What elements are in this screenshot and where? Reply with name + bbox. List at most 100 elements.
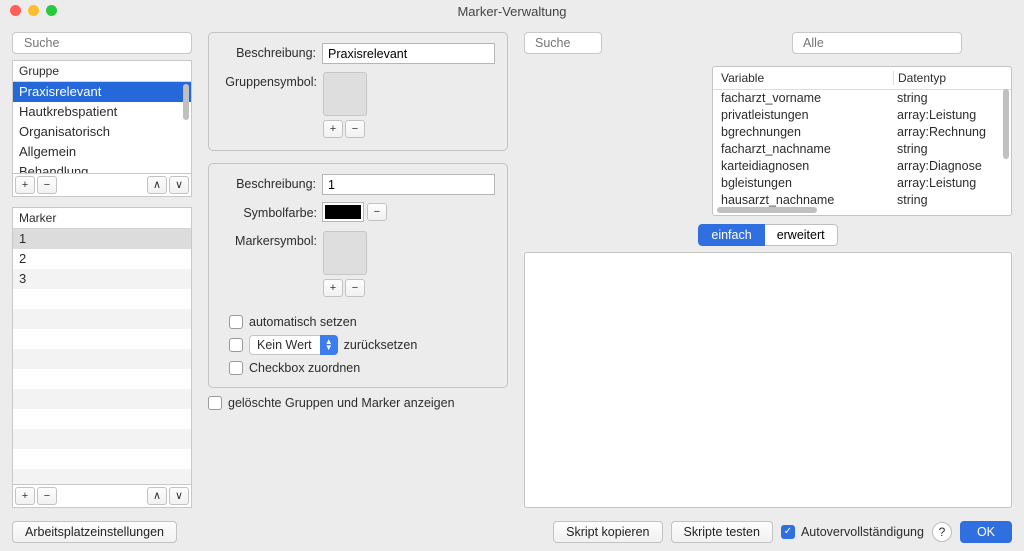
- popup-arrows-icon: ▲▼: [320, 335, 338, 355]
- marker-empty-row: [13, 349, 191, 369]
- marker-empty-row: [13, 469, 191, 485]
- reset-checkbox[interactable]: [229, 338, 243, 352]
- variable-row[interactable]: karteidiagnosenarray:Diagnose: [713, 158, 1011, 175]
- gruppe-item[interactable]: Behandlung: [13, 162, 191, 174]
- show-deleted-checkbox[interactable]: [208, 396, 222, 410]
- marker-up-button[interactable]: ∧: [147, 487, 167, 505]
- gruppensymbol-remove-button[interactable]: −: [345, 120, 365, 138]
- marker-empty-row: [13, 369, 191, 389]
- variable-row[interactable]: facharzt_vornamestring: [713, 90, 1011, 107]
- tab-einfach[interactable]: einfach: [698, 224, 764, 246]
- marker-item[interactable]: 1: [13, 229, 191, 249]
- gruppe-item[interactable]: Allgemein: [13, 142, 191, 162]
- auto-set-checkbox[interactable]: [229, 315, 243, 329]
- gruppe-beschreibung-field[interactable]: [322, 43, 495, 64]
- gruppensymbol-label: Gruppensymbol:: [221, 72, 317, 89]
- markersymbol-well[interactable]: [323, 231, 367, 275]
- gruppensymbol-well[interactable]: [323, 72, 367, 116]
- variable-filter[interactable]: [792, 32, 962, 54]
- search-icon: [19, 37, 20, 49]
- checkbox-assign-checkbox[interactable]: [229, 361, 243, 375]
- marker-header: Marker: [12, 207, 192, 229]
- gruppe-down-button[interactable]: ∨: [169, 176, 189, 194]
- marker-item[interactable]: 2: [13, 249, 191, 269]
- gruppe-item[interactable]: Praxisrelevant: [13, 82, 191, 102]
- script-search[interactable]: [524, 32, 602, 54]
- marker-empty-row: [13, 329, 191, 349]
- variable-filter-input[interactable]: [803, 36, 962, 50]
- gruppe-header-label: Gruppe: [19, 64, 59, 78]
- workplace-settings-button[interactable]: Arbeitsplatzeinstellungen: [12, 521, 177, 543]
- variable-type: array:Diagnose: [893, 158, 1011, 175]
- variable-type: array:Leistung: [893, 107, 1011, 124]
- gruppe-item[interactable]: Organisatorisch: [13, 122, 191, 142]
- gruppe-list[interactable]: PraxisrelevantHautkrebspatientOrganisato…: [12, 82, 192, 174]
- gruppe-beschreibung-label: Beschreibung:: [221, 43, 316, 60]
- marker-down-button[interactable]: ∨: [169, 487, 189, 505]
- zoom-window-button[interactable]: [46, 5, 57, 16]
- copy-script-button[interactable]: Skript kopieren: [553, 521, 662, 543]
- variable-type: string: [893, 192, 1011, 209]
- minimize-window-button[interactable]: [28, 5, 39, 16]
- bottom-bar: Arbeitsplatzeinstellungen Skript kopiere…: [0, 515, 1024, 551]
- variable-name: bgrechnungen: [713, 124, 893, 141]
- gruppe-header: Gruppe: [12, 60, 192, 82]
- test-scripts-button[interactable]: Skripte testen: [671, 521, 773, 543]
- variables-hscrollbar[interactable]: [717, 207, 817, 213]
- gruppe-add-button[interactable]: +: [15, 176, 35, 194]
- datentyp-col-header[interactable]: Datentyp: [893, 71, 1011, 85]
- markersymbol-add-button[interactable]: +: [323, 279, 343, 297]
- marker-beschreibung-field[interactable]: [322, 174, 495, 195]
- gruppe-remove-button[interactable]: −: [37, 176, 57, 194]
- titlebar: Marker-Verwaltung: [0, 0, 1024, 22]
- gruppe-buttonbar: + − ∧ ∨: [12, 174, 192, 197]
- variable-name: karteidiagnosen: [713, 158, 893, 175]
- marker-empty-row: [13, 449, 191, 469]
- variable-row[interactable]: bgleistungenarray:Leistung: [713, 175, 1011, 192]
- variable-row[interactable]: bgrechnungenarray:Rechnung: [713, 124, 1011, 141]
- gruppe-scrollbar[interactable]: [183, 84, 189, 120]
- window-title: Marker-Verwaltung: [457, 4, 566, 19]
- variable-col-header[interactable]: Variable: [713, 71, 893, 85]
- script-editor[interactable]: [524, 252, 1012, 508]
- gruppe-search[interactable]: [12, 32, 192, 54]
- variable-row[interactable]: privatleistungenarray:Leistung: [713, 107, 1011, 124]
- marker-detail-panel: Beschreibung: Symbolfarbe: − Markersymbo…: [208, 163, 508, 388]
- symbolfarbe-label: Symbolfarbe:: [221, 203, 317, 220]
- gruppensymbol-add-button[interactable]: +: [323, 120, 343, 138]
- variable-type: string: [893, 141, 1011, 158]
- marker-remove-button[interactable]: −: [37, 487, 57, 505]
- autocomplete-checkbox[interactable]: [781, 525, 795, 539]
- variable-name: facharzt_vorname: [713, 90, 893, 107]
- marker-empty-row: [13, 389, 191, 409]
- variables-list[interactable]: facharzt_vornamestringprivatleistungenar…: [713, 90, 1011, 215]
- marker-empty-row: [13, 409, 191, 429]
- gruppe-item[interactable]: Hautkrebspatient: [13, 102, 191, 122]
- marker-item[interactable]: 3: [13, 269, 191, 289]
- window-controls: [10, 5, 57, 16]
- variable-row[interactable]: facharzt_nachnamestring: [713, 141, 1011, 158]
- marker-list[interactable]: 123: [12, 229, 192, 485]
- variable-type: array:Rechnung: [893, 124, 1011, 141]
- gruppe-search-input[interactable]: [24, 36, 185, 50]
- symbolfarbe-well[interactable]: [323, 203, 363, 221]
- gruppe-up-button[interactable]: ∧: [147, 176, 167, 194]
- help-button[interactable]: ?: [932, 522, 952, 542]
- close-window-button[interactable]: [10, 5, 21, 16]
- script-search-input[interactable]: [535, 36, 602, 50]
- ok-button[interactable]: OK: [960, 521, 1012, 543]
- tab-erweitert[interactable]: erweitert: [765, 224, 838, 246]
- reset-label: zurücksetzen: [344, 338, 418, 352]
- marker-buttonbar: + − ∧ ∨: [12, 485, 192, 508]
- mode-segmented: einfach erweitert: [698, 224, 837, 246]
- markersymbol-remove-button[interactable]: −: [345, 279, 365, 297]
- reset-popup[interactable]: Kein Wert ▲▼: [249, 335, 338, 355]
- symbolfarbe-remove-button[interactable]: −: [367, 203, 387, 221]
- variables-vscrollbar[interactable]: [1003, 89, 1009, 159]
- checkbox-assign-label: Checkbox zuordnen: [249, 361, 360, 375]
- markersymbol-label: Markersymbol:: [221, 231, 317, 248]
- variable-type: array:Leistung: [893, 175, 1011, 192]
- marker-empty-row: [13, 289, 191, 309]
- reset-popup-label: Kein Wert: [249, 338, 320, 352]
- marker-add-button[interactable]: +: [15, 487, 35, 505]
